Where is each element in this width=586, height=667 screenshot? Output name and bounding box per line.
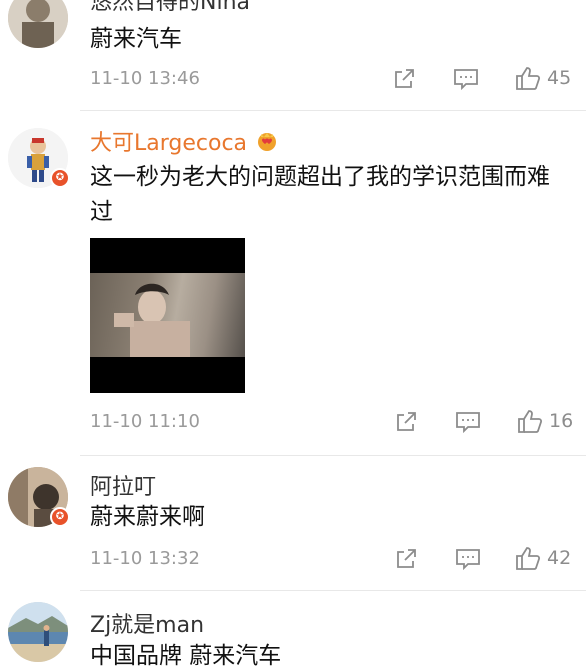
share-button[interactable] xyxy=(394,410,418,434)
portrait-avatar-icon xyxy=(8,0,68,48)
comment-item: ✪ 阿拉叮 蔚来蔚来啊 11-10 13:32 42 xyxy=(0,455,586,590)
comment-button[interactable] xyxy=(455,410,481,434)
comment-time: 11-10 13:32 xyxy=(90,548,200,569)
avatar[interactable] xyxy=(8,602,68,662)
like-button[interactable]: 16 xyxy=(517,408,573,434)
comment-text: 蔚来汽车 xyxy=(90,26,182,52)
comment-text: 中国品牌 蔚来汽车 xyxy=(90,643,282,667)
share-button[interactable] xyxy=(392,67,416,91)
share-icon xyxy=(397,549,416,568)
comment-item: Zj就是man 中国品牌 蔚来汽车 xyxy=(0,590,586,667)
comment-time: 11-10 11:10 xyxy=(90,411,200,432)
thumbs-up-icon xyxy=(516,67,541,90)
verified-badge: ✪ xyxy=(50,507,70,527)
thumbs-up-icon xyxy=(516,547,541,570)
comment-icon xyxy=(456,412,480,434)
avatar[interactable] xyxy=(8,0,68,48)
comment-icon xyxy=(454,69,478,91)
share-icon xyxy=(395,69,414,88)
comment-icon xyxy=(456,549,480,571)
person-photo xyxy=(114,283,190,357)
verified-badge: ✪ xyxy=(50,168,70,188)
comment-item: ✪ 大可Largecoca 这一秒为老大的问题超出了我的学识范围而难过 11-1… xyxy=(0,110,586,455)
like-count: 16 xyxy=(549,410,574,432)
comment-button[interactable] xyxy=(455,547,481,571)
like-count: 42 xyxy=(547,547,572,569)
comment-username[interactable]: Zj就是man xyxy=(90,607,204,639)
comment-text: 蔚来蔚来啊 xyxy=(90,504,205,530)
comment-username[interactable]: 大可Largecoca xyxy=(90,125,278,158)
share-icon xyxy=(397,412,416,431)
video-still xyxy=(90,273,245,357)
username-text: 大可Largecoca xyxy=(90,131,248,156)
comment-username[interactable]: 阿拉叮 xyxy=(90,469,156,501)
thumbs-up-icon xyxy=(518,410,543,433)
comment-username[interactable]: 悠然自得的Nina xyxy=(90,0,250,16)
comment-time: 11-10 13:46 xyxy=(90,68,200,89)
crown-heart-icon xyxy=(256,130,278,158)
comment-item: 悠然自得的Nina 蔚来汽车 11-10 13:46 45 xyxy=(0,0,586,110)
share-button[interactable] xyxy=(394,547,418,571)
like-count: 45 xyxy=(547,67,572,89)
comment-button[interactable] xyxy=(453,67,479,91)
like-button[interactable]: 45 xyxy=(515,65,571,91)
comment-text: 这一秒为老大的问题超出了我的学识范围而难过 xyxy=(90,164,550,225)
beach-avatar-icon xyxy=(8,602,68,662)
comment-image[interactable] xyxy=(90,238,245,393)
like-button[interactable]: 42 xyxy=(515,545,571,571)
